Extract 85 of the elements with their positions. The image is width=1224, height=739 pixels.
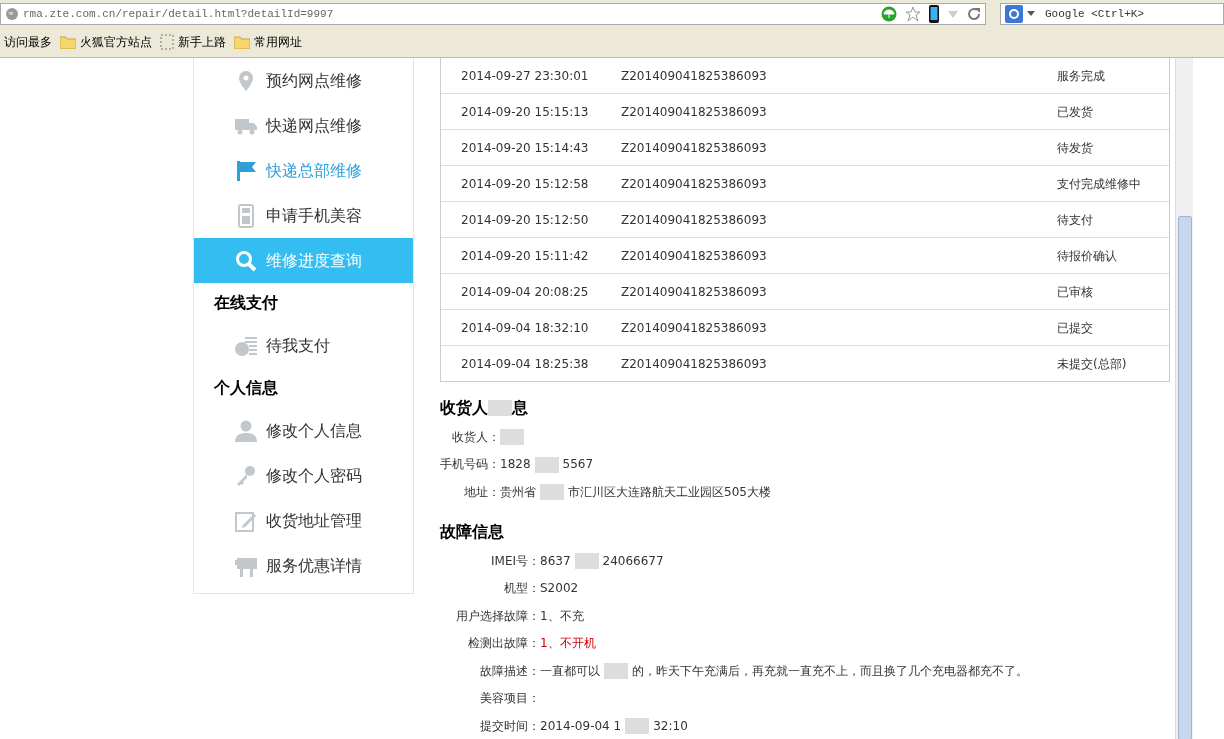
star-icon[interactable]: [905, 6, 921, 22]
search-field[interactable]: Google <Ctrl+K>: [1000, 3, 1224, 25]
dashed-page-icon: [160, 34, 174, 50]
order-number: Z201409041825386093: [621, 319, 768, 337]
status-text: 服务完成: [1057, 67, 1105, 85]
bookmark[interactable]: 常用网址: [234, 33, 302, 51]
status-text: 已发货: [1057, 103, 1093, 121]
sidebar-item[interactable]: 收货地址管理: [194, 498, 413, 543]
scrollbar[interactable]: [1175, 58, 1193, 739]
sidebar-item[interactable]: 待我支付: [194, 323, 413, 368]
field-label: 地址：: [463, 483, 500, 501]
field-value: 8637 24066677: [540, 552, 664, 570]
umbrella-icon[interactable]: [881, 6, 897, 22]
order-number: Z201409041825386093: [621, 355, 768, 373]
order-number: Z201409041825386093: [621, 283, 768, 301]
field-label: IMEI号：: [490, 552, 540, 570]
redaction-mark: [488, 399, 512, 416]
folder-icon: [60, 35, 76, 49]
field-value: 贵州省 市汇川区大连路航天工业园区505大楼: [500, 483, 771, 501]
order-number: Z201409041825386093: [621, 139, 768, 157]
date-time: 2014-09-20 15:11:42: [460, 247, 590, 265]
flag-icon: [234, 158, 258, 183]
section-title: 收货人 息: [440, 398, 529, 418]
order-number: Z201409041825386093: [621, 175, 768, 193]
date-time: 2014-09-20 15:15:13: [460, 103, 590, 121]
redaction-mark: [540, 484, 564, 501]
google-icon: [1005, 5, 1023, 23]
section-title: 故障信息: [440, 521, 505, 541]
sidebar-item[interactable]: 快递网点维修: [194, 103, 413, 148]
field-value: 一直都可以 的，昨天下午充满后，再充就一直充不上，而且换了几个充电器都充不了。: [540, 662, 1028, 680]
address-bar[interactable]: rma.zte.com.cn/repair/detail.html?detailId=9997: [0, 3, 986, 25]
status-text: 待支付: [1057, 211, 1093, 229]
sidebar-item[interactable]: 预约网点维修: [194, 58, 413, 103]
phone-icon[interactable]: [929, 5, 939, 23]
order-number: Z201409041825386093: [621, 211, 768, 229]
globe-icon: [5, 7, 19, 21]
field-label: 收货人：: [451, 428, 500, 446]
sidebar-item[interactable]: 修改个人信息: [194, 408, 413, 453]
date-time: 2014-09-04 18:32:10: [460, 319, 590, 337]
date-time: 2014-09-27 23:30:01: [460, 67, 590, 85]
url-text: rma.zte.com.cn/repair/detail.html?detailId=9997: [23, 6, 334, 22]
date-time: 2014-09-20 15:12:50: [460, 211, 590, 229]
bookmark[interactable]: 火狐官方站点: [60, 33, 152, 51]
status-text: 已审核: [1057, 283, 1093, 301]
search-icon: [234, 248, 258, 273]
field-value: S2002: [540, 580, 579, 598]
field-label: 美容项目：: [479, 690, 540, 708]
redaction-mark: [625, 718, 650, 735]
field-label: 提交时间：: [479, 717, 540, 735]
order-number: Z201409041825386093: [621, 67, 768, 85]
person-icon: [234, 418, 258, 443]
field-value: 2014-09-04 1 32:10: [540, 717, 688, 735]
reload-icon[interactable]: [967, 7, 981, 21]
order-number: Z201409041825386093: [621, 103, 768, 121]
date-time: 2014-09-04 18:25:38: [460, 355, 590, 373]
section-heading: 个人信息: [213, 377, 279, 399]
field-value: 1、不充: [540, 607, 584, 625]
status-text: 待发货: [1057, 139, 1093, 157]
status-text: 支付完成维修中: [1057, 175, 1141, 193]
order-number: Z201409041825386093: [621, 247, 768, 265]
bookmark[interactable]: 访问最多: [4, 33, 52, 51]
folder-icon: [234, 35, 250, 49]
sidebar-item[interactable]: 修改个人密码: [194, 453, 413, 498]
field-label: 故障描述：: [479, 662, 540, 680]
field-value: 1828 5567: [500, 455, 594, 474]
bookmark[interactable]: 新手上路: [160, 33, 226, 51]
section-heading: 在线支付: [213, 292, 279, 314]
date-time: 2014-09-04 20:08:25: [460, 283, 590, 301]
sidebar-item[interactable]: 服务优惠详情: [194, 543, 413, 588]
date-time: 2014-09-20 15:12:58: [460, 175, 590, 193]
sidebar-item[interactable]: 申请手机美容: [194, 193, 413, 238]
status-text: 未提交(总部): [1057, 355, 1127, 373]
field-label: 用户选择故障：: [455, 607, 540, 625]
redaction-mark: [574, 553, 599, 570]
caret-icon[interactable]: [1027, 11, 1035, 17]
redaction-mark: [534, 456, 559, 473]
field-value: 1、不开机: [540, 635, 596, 653]
status-text: 已提交: [1057, 319, 1093, 337]
field-label: 检测出故障：: [467, 635, 540, 653]
date-time: 2014-09-20 15:14:43: [460, 139, 590, 157]
scrollbar-thumb[interactable]: [1178, 216, 1192, 739]
field-label: 机型：: [503, 580, 540, 598]
status-text: 待报价确认: [1057, 247, 1117, 265]
redaction-mark: [604, 663, 628, 680]
field-label: 手机号码：: [440, 456, 500, 474]
